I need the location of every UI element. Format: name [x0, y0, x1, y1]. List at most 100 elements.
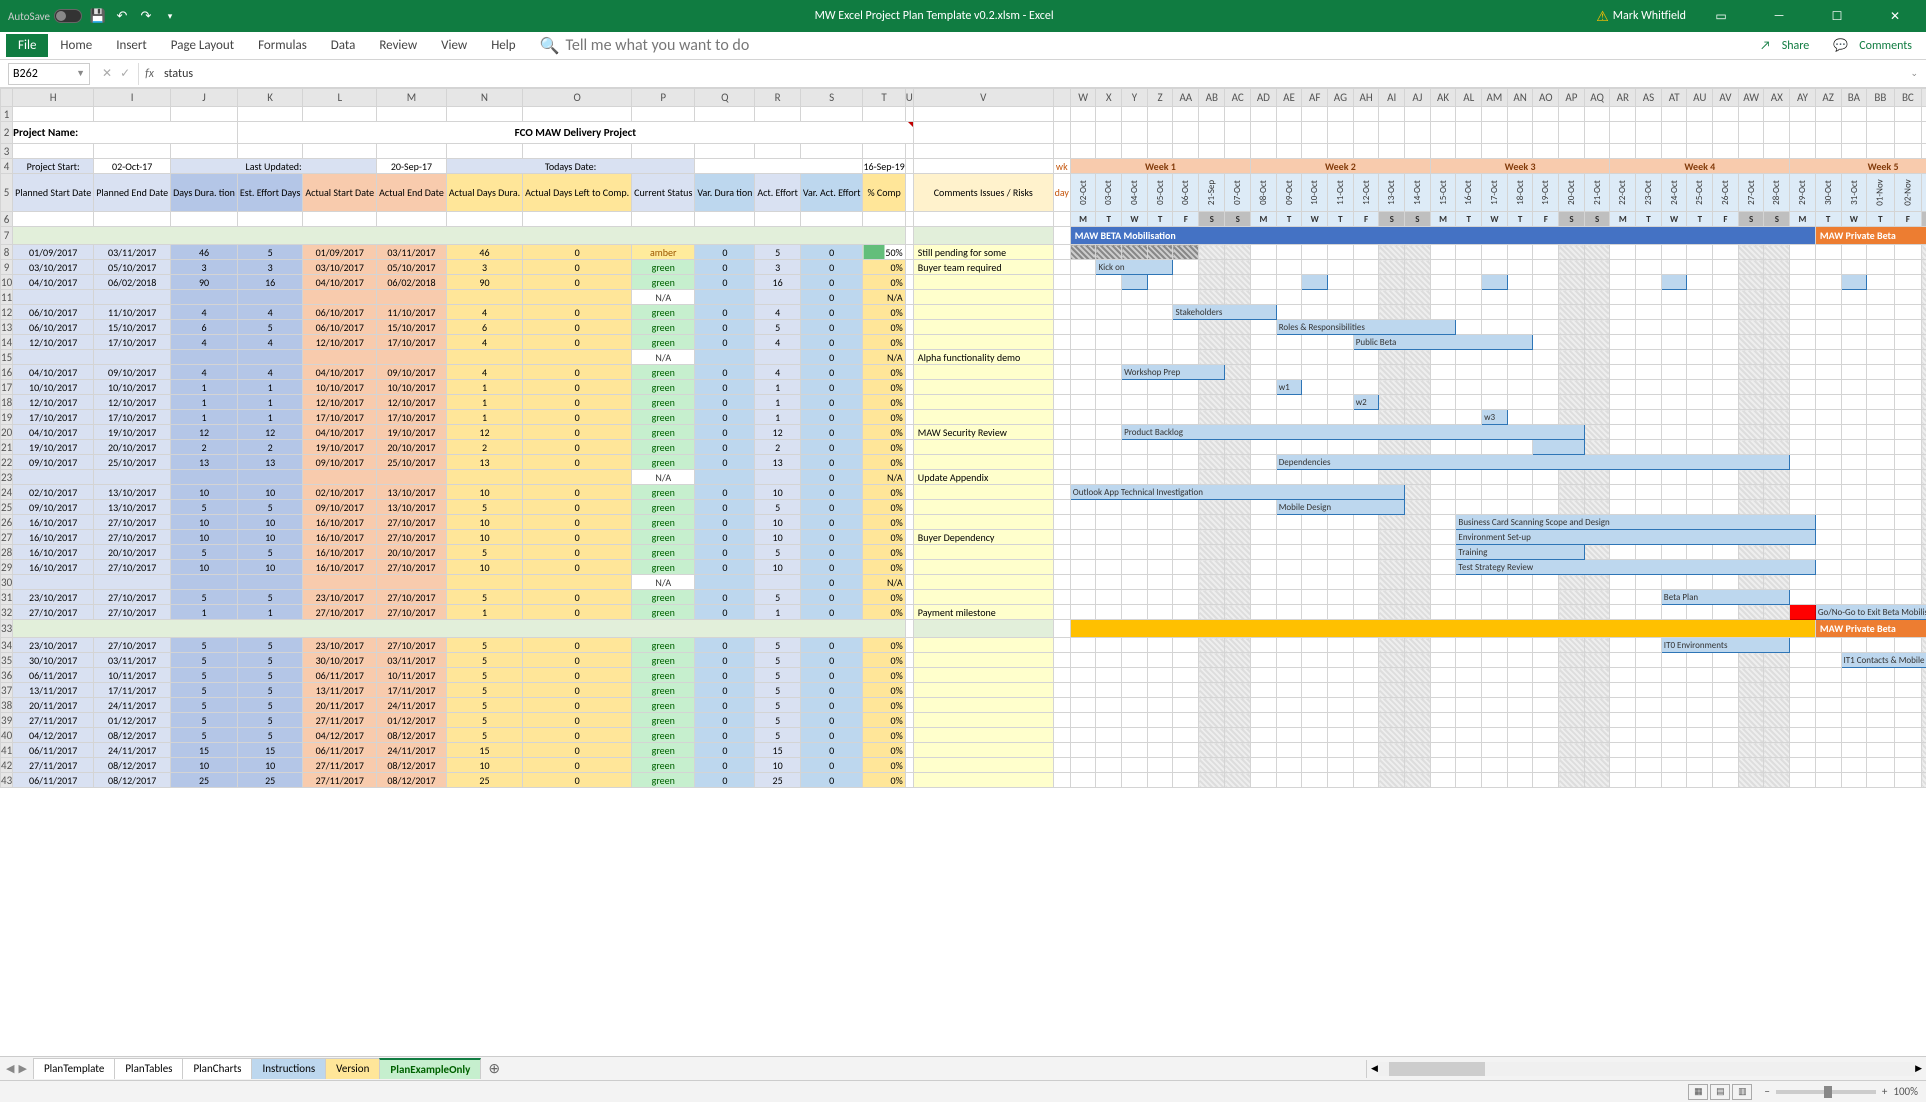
gantt-cell[interactable] — [1328, 290, 1354, 305]
gantt-cell[interactable] — [1405, 365, 1431, 380]
gantt-cell[interactable] — [1276, 758, 1302, 773]
gantt-cell[interactable] — [1225, 530, 1251, 545]
gantt-cell[interactable] — [1815, 668, 1841, 683]
gantt-cell[interactable] — [1353, 545, 1379, 560]
gantt-cell[interactable] — [1894, 743, 1921, 758]
gantt-cell[interactable] — [1122, 638, 1148, 653]
gantt-cell[interactable] — [1687, 335, 1713, 350]
gantt-cell[interactable] — [1276, 470, 1302, 485]
gantt-cell[interactable] — [1867, 245, 1894, 260]
gantt-cell[interactable] — [1147, 470, 1173, 485]
gantt-cell[interactable] — [1559, 638, 1585, 653]
gantt-cell[interactable] — [1405, 638, 1431, 653]
gantt-cell[interactable] — [1687, 275, 1713, 290]
gantt-cell[interactable] — [1353, 728, 1379, 743]
gantt-cell[interactable] — [1610, 305, 1636, 320]
gantt-cell[interactable] — [1790, 668, 1816, 683]
col-header[interactable]: W — [1070, 89, 1096, 107]
gantt-cell[interactable] — [1251, 743, 1277, 758]
gantt-cell[interactable] — [1328, 773, 1354, 788]
gantt-cell[interactable] — [1559, 575, 1585, 590]
gantt-cell[interactable] — [1841, 638, 1867, 653]
gantt-cell[interactable] — [1841, 590, 1867, 605]
gantt-cell[interactable] — [1353, 245, 1379, 260]
col-header[interactable]: AS — [1636, 89, 1662, 107]
gantt-cell[interactable] — [1251, 575, 1277, 590]
comment-cell[interactable] — [913, 455, 1053, 470]
gantt-cell[interactable] — [1841, 440, 1867, 455]
gantt-cell[interactable] — [1841, 320, 1867, 335]
gantt-cell[interactable] — [1070, 560, 1096, 575]
gantt-cell[interactable] — [1533, 698, 1559, 713]
gantt-cell[interactable] — [1867, 500, 1894, 515]
gantt-cell[interactable] — [1070, 713, 1096, 728]
gantt-task[interactable]: Product Backlog — [1122, 425, 1585, 440]
gantt-cell[interactable] — [1894, 425, 1921, 440]
gantt-cell[interactable] — [1841, 380, 1867, 395]
gantt-cell[interactable] — [1276, 590, 1302, 605]
gantt-cell[interactable] — [1584, 275, 1610, 290]
gantt-cell[interactable] — [1815, 470, 1841, 485]
gantt-cell[interactable] — [1096, 425, 1122, 440]
gantt-cell[interactable] — [1713, 245, 1739, 260]
gantt-cell[interactable] — [1147, 590, 1173, 605]
gantt-cell[interactable] — [1922, 350, 1926, 365]
gantt-cell[interactable] — [1353, 683, 1379, 698]
gantt-cell[interactable] — [1533, 590, 1559, 605]
gantt-cell[interactable] — [1430, 575, 1456, 590]
gantt-cell[interactable] — [1661, 653, 1687, 668]
gantt-cell[interactable] — [1584, 335, 1610, 350]
gantt-cell[interactable] — [1533, 245, 1559, 260]
tab-help[interactable]: Help — [479, 34, 527, 57]
comment-cell[interactable] — [913, 638, 1053, 653]
gantt-cell[interactable] — [1867, 758, 1894, 773]
gantt-cell[interactable] — [1353, 530, 1379, 545]
gantt-cell[interactable] — [1070, 638, 1096, 653]
gantt-cell[interactable] — [1507, 698, 1533, 713]
gantt-cell[interactable] — [1584, 395, 1610, 410]
gantt-cell[interactable] — [1430, 683, 1456, 698]
gantt-cell[interactable] — [1867, 320, 1894, 335]
gantt-cell[interactable] — [1764, 365, 1790, 380]
gantt-cell[interactable] — [1096, 575, 1122, 590]
gantt-cell[interactable] — [1147, 530, 1173, 545]
gantt-cell[interactable] — [1636, 335, 1662, 350]
gantt-cell[interactable] — [1147, 560, 1173, 575]
zoom-slider[interactable] — [1776, 1090, 1876, 1094]
gantt-cell[interactable] — [1251, 410, 1277, 425]
gantt-cell[interactable] — [1790, 350, 1816, 365]
gantt-cell[interactable] — [1533, 605, 1559, 620]
gantt-cell[interactable] — [1096, 410, 1122, 425]
gantt-cell[interactable] — [1764, 335, 1790, 350]
gantt-cell[interactable] — [1328, 728, 1354, 743]
gantt-cell[interactable] — [1251, 773, 1277, 788]
gantt-cell[interactable] — [1636, 773, 1662, 788]
gantt-cell[interactable] — [1636, 653, 1662, 668]
gantt-cell[interactable] — [1738, 470, 1764, 485]
gantt-cell[interactable] — [1276, 638, 1302, 653]
gantt-cell[interactable] — [1894, 350, 1921, 365]
gantt-cell[interactable] — [1610, 545, 1636, 560]
gantt-cell[interactable] — [1841, 305, 1867, 320]
gantt-cell[interactable] — [1122, 713, 1148, 728]
gantt-cell[interactable] — [1405, 713, 1431, 728]
gantt-cell[interactable] — [1738, 380, 1764, 395]
col-header[interactable]: R — [755, 89, 800, 107]
gantt-cell[interactable] — [1687, 773, 1713, 788]
gantt-cell[interactable] — [1584, 638, 1610, 653]
gantt-cell[interactable] — [1122, 500, 1148, 515]
gantt-cell[interactable] — [1456, 260, 1482, 275]
gantt-cell[interactable] — [1405, 350, 1431, 365]
gantt-cell[interactable] — [1687, 245, 1713, 260]
gantt-cell[interactable] — [1790, 440, 1816, 455]
gantt-cell[interactable] — [1507, 275, 1533, 290]
gantt-cell[interactable] — [1507, 470, 1533, 485]
data-row[interactable]: 15 N/A 0 N/A Alpha functionality demo — [1, 350, 1926, 365]
gantt-cell[interactable] — [1764, 395, 1790, 410]
col-header[interactable]: AO — [1533, 89, 1559, 107]
gantt-cell[interactable] — [1199, 530, 1225, 545]
gantt-cell[interactable] — [1815, 560, 1841, 575]
gantt-cell[interactable] — [1430, 305, 1456, 320]
gantt-cell[interactable] — [1764, 743, 1790, 758]
gantt-cell[interactable] — [1661, 758, 1687, 773]
